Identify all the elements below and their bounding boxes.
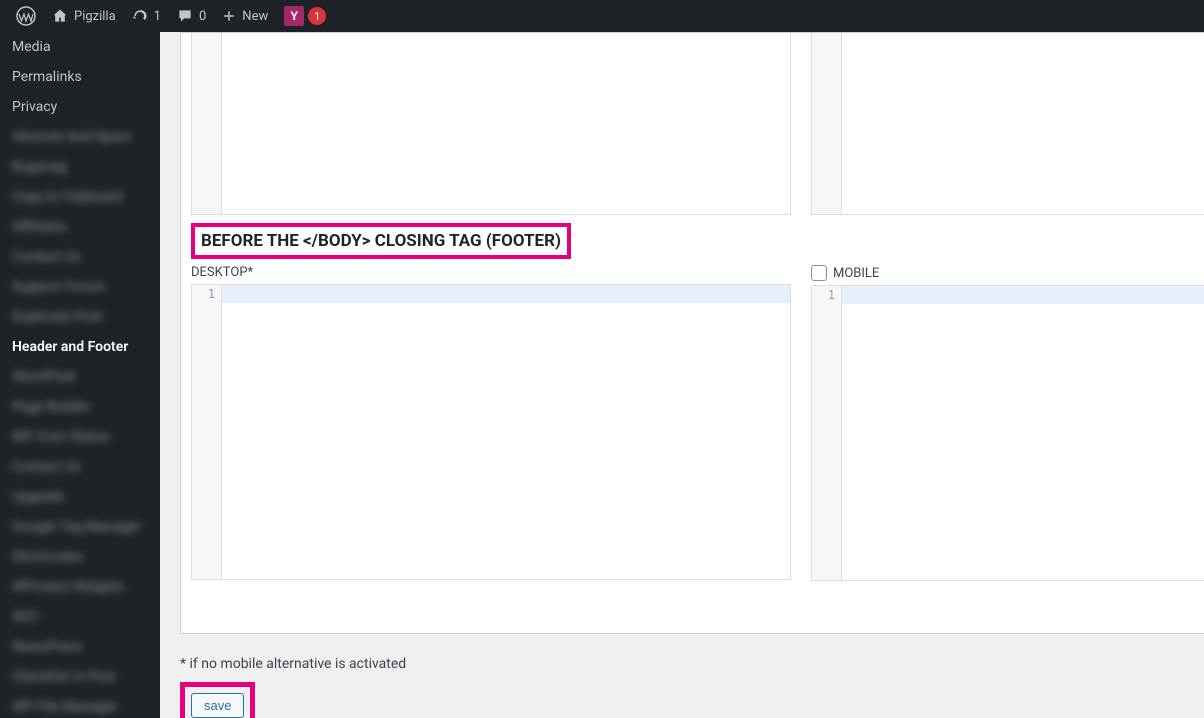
sidebar-item-wprotect-widgets[interactable]: WProtect Widgets: [0, 572, 160, 602]
editor-code-area[interactable]: [222, 33, 790, 214]
settings-panel: BEFORE THE </BODY> CLOSING TAG (FOOTER) …: [180, 32, 1204, 634]
sidebar-item-duplicate-post[interactable]: Duplicate Post: [0, 302, 160, 332]
top-mobile-editor[interactable]: [811, 33, 1204, 215]
sidebar-item-upgrade[interactable]: Upgrade: [0, 482, 160, 512]
sidebar-item-seo[interactable]: SEO: [0, 602, 160, 632]
save-button[interactable]: save: [191, 693, 244, 718]
updates-count: 1: [154, 9, 161, 24]
yoast-link[interactable]: Y 1: [276, 0, 334, 32]
comments-link[interactable]: 0: [169, 0, 214, 32]
yoast-count-badge: 1: [308, 7, 326, 25]
line-number: 1: [812, 288, 835, 302]
active-line: [222, 285, 790, 303]
sidebar-item-google-tag-manager[interactable]: Google Tag Manager: [0, 512, 160, 542]
mobile-label: MOBILE: [833, 266, 879, 281]
sidebar-item-bugsnag[interactable]: Bugsnag: [0, 152, 160, 182]
desktop-editor-label: DESKTOP*: [191, 259, 791, 284]
sidebar-item-checklist-in-post[interactable]: Checklist in Post: [0, 662, 160, 692]
sidebar-item-media[interactable]: Media: [0, 32, 160, 62]
save-highlight: save: [180, 682, 255, 718]
sidebar-item-affiliates[interactable]: Affiliates: [0, 212, 160, 242]
sidebar-item-wp-cron-status[interactable]: WP Cron Status: [0, 422, 160, 452]
active-line: [842, 286, 1204, 304]
editor-gutter: 1: [812, 286, 842, 580]
site-name: Pigzilla: [74, 9, 116, 24]
site-home-link[interactable]: Pigzilla: [44, 0, 124, 32]
sidebar-item-permalinks[interactable]: Permalinks: [0, 62, 160, 92]
editor-gutter: 1: [192, 285, 222, 579]
sidebar-item-contact-us[interactable]: Contact Us: [0, 452, 160, 482]
line-number: 1: [192, 287, 215, 301]
top-editor-row: [181, 33, 1204, 215]
editor-code-area[interactable]: [842, 33, 1204, 214]
editor-code-area[interactable]: [842, 286, 1204, 580]
footer-desktop-editor[interactable]: 1: [191, 284, 791, 580]
sidebar-item-header-and-footer[interactable]: Header and Footer: [0, 332, 160, 362]
home-icon: [52, 8, 68, 24]
plus-icon: [222, 9, 236, 23]
footer-mobile-editor[interactable]: 1: [811, 285, 1204, 581]
yoast-icon: Y: [284, 6, 304, 26]
sidebar-item-privacy[interactable]: Privacy: [0, 92, 160, 122]
new-label: New: [242, 9, 268, 24]
new-content-link[interactable]: New: [214, 0, 276, 32]
comment-icon: [177, 8, 193, 24]
comments-count: 0: [199, 9, 206, 24]
sidebar-item-wp-file-manager[interactable]: WP File Manager: [0, 692, 160, 718]
top-desktop-editor[interactable]: [191, 33, 791, 215]
main-content: BEFORE THE </BODY> CLOSING TAG (FOOTER) …: [160, 32, 1204, 718]
sidebar-item-contact-us[interactable]: Contact Us: [0, 242, 160, 272]
section-heading: BEFORE THE </BODY> CLOSING TAG (FOOTER): [201, 223, 561, 259]
sidebar-item-copy-to-clipboard[interactable]: Copy to Clipboard: [0, 182, 160, 212]
editor-gutter: [192, 33, 222, 214]
sidebar-item-shortcodes[interactable]: Shortcodes: [0, 542, 160, 572]
save-area: save: [180, 682, 255, 718]
sidebar-item-akismet-anti-spam[interactable]: Akismet Anti-Spam: [0, 122, 160, 152]
editor-gutter: [812, 33, 842, 214]
section-heading-highlight: BEFORE THE </BODY> CLOSING TAG (FOOTER): [191, 223, 571, 259]
admin-bar: Pigzilla 1 0 New Y 1: [0, 0, 1204, 32]
footer-editor-row: DESKTOP* 1 MOBILE: [181, 259, 1204, 581]
mobile-editor-label-row: MOBILE: [811, 259, 1204, 285]
editor-code-area[interactable]: [222, 285, 790, 579]
sidebar-item-shortpixel[interactable]: ShortPixel: [0, 362, 160, 392]
sidebar-item-page-builder[interactable]: Page Builder: [0, 392, 160, 422]
wp-logo[interactable]: [8, 0, 44, 32]
footer-note: * if no mobile alternative is activated: [180, 656, 406, 672]
updates-icon: [132, 8, 148, 24]
sidebar-item-newspress[interactable]: NewsPress: [0, 632, 160, 662]
mobile-checkbox[interactable]: [811, 265, 827, 281]
admin-sidebar: MediaPermalinksPrivacyAkismet Anti-SpamB…: [0, 32, 160, 718]
sidebar-item-support-forum[interactable]: Support Forum: [0, 272, 160, 302]
updates-link[interactable]: 1: [124, 0, 169, 32]
